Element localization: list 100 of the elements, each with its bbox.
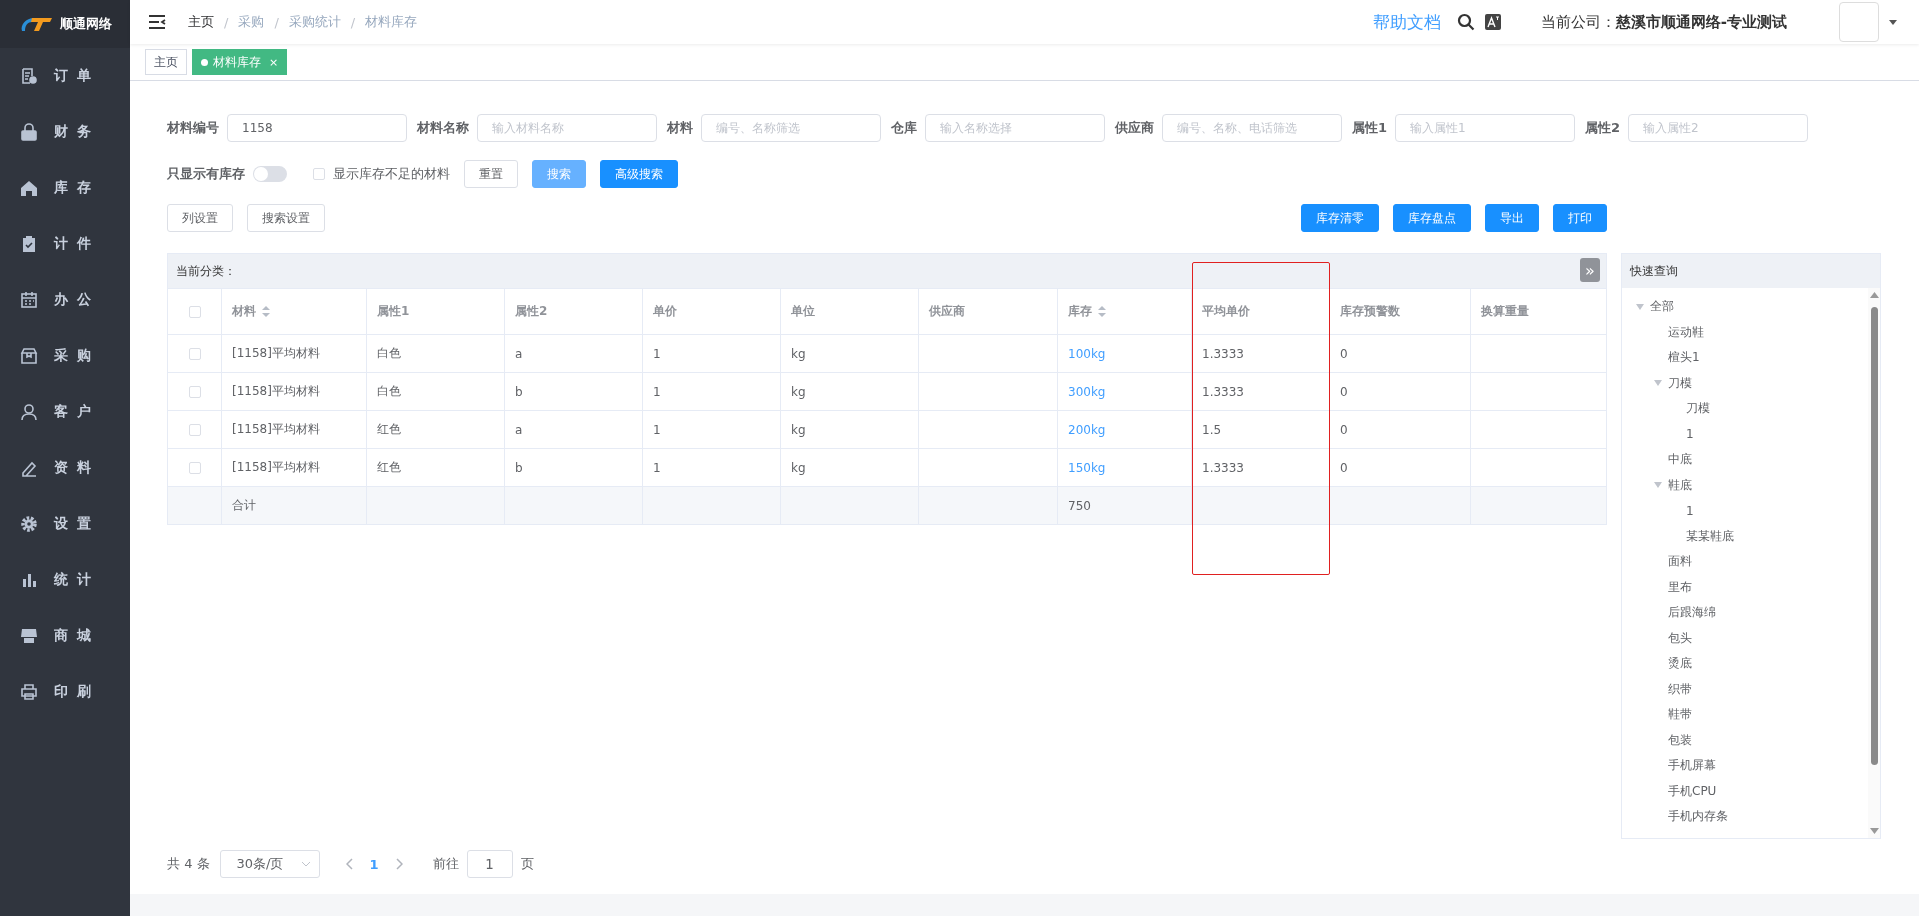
tree-item[interactable]: 包装 xyxy=(1668,731,1692,749)
sidebar-item[interactable]: 客 户 xyxy=(0,384,130,440)
table-cell: [1158]平均材料 xyxy=(232,421,320,438)
table-cell: [1158]平均材料 xyxy=(232,345,320,362)
sidebar-item[interactable]: 统 计 xyxy=(0,552,130,608)
column-header: 换算重量 xyxy=(1481,303,1529,320)
breadcrumb-separator: / xyxy=(224,14,229,30)
menu-icon[interactable] xyxy=(148,15,166,29)
table-cell: 0 xyxy=(1340,346,1348,361)
bar-chart-icon xyxy=(20,571,38,589)
translate-icon[interactable] xyxy=(1484,14,1501,30)
filter-field[interactable]: 输入名称选择 xyxy=(925,114,1105,142)
row-checkbox[interactable] xyxy=(188,423,201,436)
expand-caret-icon[interactable] xyxy=(1654,380,1662,387)
search-icon[interactable] xyxy=(1456,13,1475,31)
gear-icon xyxy=(20,515,38,533)
column-header: 属性1 xyxy=(377,303,410,320)
tree-item[interactable]: 织带 xyxy=(1668,680,1692,698)
quick-search-title: 快速查询 xyxy=(1622,254,1880,288)
breadcrumb-link[interactable]: 主页 xyxy=(188,13,214,31)
checkbox[interactable] xyxy=(313,168,325,180)
logo-text: 顺通网络 xyxy=(60,15,112,33)
scroll-up-icon[interactable] xyxy=(1869,292,1879,298)
tree-item[interactable]: 烫底 xyxy=(1668,655,1692,673)
tree-item[interactable]: 1 xyxy=(1686,503,1694,518)
row-checkbox[interactable] xyxy=(188,461,201,474)
sidebar-item[interactable]: 设 置 xyxy=(0,496,130,552)
filter-field[interactable]: 1158 xyxy=(227,114,407,142)
tree-item[interactable]: 鞋底 xyxy=(1668,476,1692,494)
calendar-icon xyxy=(20,291,38,309)
table-cell: kg xyxy=(791,346,806,361)
home-icon xyxy=(20,179,38,197)
tree-item[interactable]: 1 xyxy=(1686,427,1694,442)
filter-field[interactable]: 输入属性2 xyxy=(1628,114,1809,142)
table-cell: 0 xyxy=(1340,460,1348,475)
table-cell: 1 xyxy=(653,384,661,399)
page-size-select[interactable]: 30条/页 xyxy=(219,850,320,878)
sidebar-item[interactable]: 商 城 xyxy=(0,608,130,664)
sidebar-item[interactable]: 印 刷 xyxy=(0,664,130,720)
tree-item[interactable]: 刀模 xyxy=(1668,374,1692,392)
tree-item[interactable]: 某某鞋底 xyxy=(1686,527,1734,545)
sort-icon[interactable] xyxy=(1098,306,1106,317)
tree-item[interactable]: 鞋带 xyxy=(1668,706,1692,724)
tree-item[interactable]: 里布 xyxy=(1668,578,1692,596)
expand-caret-icon[interactable] xyxy=(1636,303,1644,310)
sidebar-item[interactable]: 库 存 xyxy=(0,160,130,216)
total-cell: 合计 xyxy=(232,497,256,514)
table-cell: 1 xyxy=(653,346,661,361)
reset-button[interactable]: 重置 xyxy=(464,160,518,188)
tree-item[interactable]: 手机CPU xyxy=(1668,782,1717,800)
table-cell: 白色 xyxy=(377,383,401,400)
breadcrumb-separator: / xyxy=(274,14,279,30)
select-all-checkbox[interactable] xyxy=(188,305,201,318)
goto-page-field[interactable]: 1 xyxy=(466,850,513,878)
sidebar-item[interactable]: 订 单 xyxy=(0,48,130,104)
sidebar-item[interactable]: 财 务 xyxy=(0,104,130,160)
total-cell: 750 xyxy=(1068,498,1091,513)
tree-item[interactable]: 全部 xyxy=(1650,298,1674,316)
next-page-icon[interactable] xyxy=(394,858,403,870)
tree-item[interactable]: 手机屏幕 xyxy=(1668,757,1716,775)
table-cell: 1.3333 xyxy=(1202,384,1244,399)
tree-item[interactable]: 运动鞋 xyxy=(1668,323,1704,341)
row-checkbox[interactable] xyxy=(188,385,201,398)
expand-caret-icon[interactable] xyxy=(1654,482,1662,489)
page-tab[interactable]: 主页 xyxy=(145,49,187,75)
sidebar-item[interactable]: 采 购 xyxy=(0,328,130,384)
scrollbar[interactable] xyxy=(1868,288,1880,838)
avatar-placeholder[interactable] xyxy=(1839,2,1879,42)
settings-button[interactable]: 搜索设置 xyxy=(247,204,325,232)
filter-field[interactable]: 输入材料名称 xyxy=(477,114,657,142)
previous-page-icon[interactable] xyxy=(345,858,354,870)
active-dot-icon xyxy=(201,58,208,66)
shop-icon xyxy=(20,627,38,645)
column-header: 属性2 xyxy=(515,303,548,320)
tree-item[interactable]: 后跟海绵 xyxy=(1668,604,1716,622)
row-checkbox[interactable] xyxy=(188,347,201,360)
sidebar-item[interactable]: 资 料 xyxy=(0,440,130,496)
tree-item[interactable]: 面料 xyxy=(1668,553,1692,571)
table-cell: b xyxy=(515,460,523,475)
tree-item[interactable]: 楦头1 xyxy=(1668,349,1700,367)
stock-only-toggle[interactable] xyxy=(253,166,287,182)
table-cell: 1.3333 xyxy=(1202,460,1244,475)
caret-icon[interactable] xyxy=(1889,19,1897,25)
filter-field[interactable]: 输入属性1 xyxy=(1395,114,1576,142)
sidebar-item[interactable]: 办 公 xyxy=(0,272,130,328)
tree-item[interactable]: 刀模 xyxy=(1686,400,1710,418)
bag-icon xyxy=(20,347,38,365)
tree-item[interactable]: 中底 xyxy=(1668,451,1692,469)
filter-label: 属性1 xyxy=(1352,119,1388,137)
chevron-down-icon xyxy=(300,861,311,867)
tree-item[interactable]: 包头 xyxy=(1668,629,1692,647)
sidebar-item[interactable]: 计 件 xyxy=(0,216,130,272)
tree-item[interactable]: 手机内存条 xyxy=(1668,808,1728,826)
table-cell: kg xyxy=(791,422,806,437)
table-cell: b xyxy=(515,384,523,399)
settings-button[interactable]: 列设置 xyxy=(167,204,233,232)
column-header: 库存 xyxy=(1068,303,1092,320)
table-cell: [1158]平均材料 xyxy=(232,459,320,476)
sort-icon[interactable] xyxy=(262,306,270,317)
scroll-down-icon[interactable] xyxy=(1869,828,1879,834)
